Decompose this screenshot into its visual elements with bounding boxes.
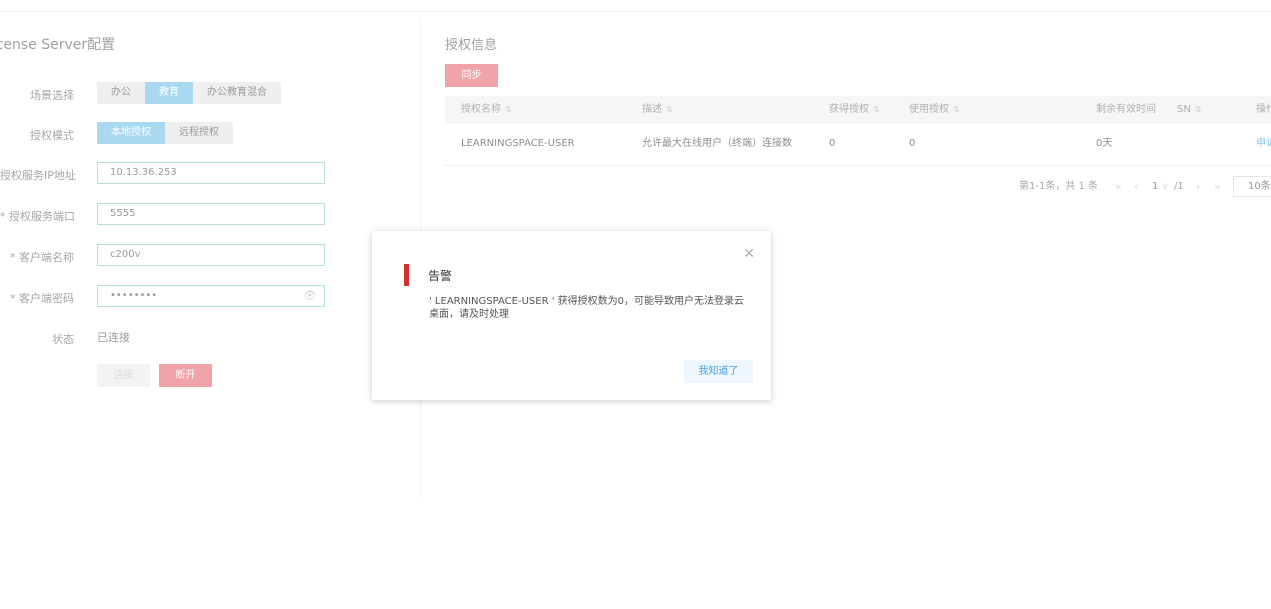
sort-icon: ⇅: [666, 105, 673, 114]
column-header-used[interactable]: 使用授权 ⇅: [909, 96, 960, 124]
column-header-sn[interactable]: SN ⇅: [1177, 96, 1202, 124]
mode-option-local[interactable]: 本地授权: [97, 122, 165, 144]
close-icon[interactable]: ✕: [743, 246, 755, 262]
port-input[interactable]: 5555: [97, 203, 325, 225]
scene-option-education[interactable]: 教育: [145, 82, 193, 104]
total-pages: /1: [1174, 181, 1184, 192]
panel-title: License Server配置: [0, 37, 116, 53]
sort-icon: ⇅: [953, 105, 960, 114]
port-input-value: 5555: [110, 208, 136, 219]
acknowledge-button[interactable]: 我知道了: [684, 360, 753, 383]
chevron-down-icon[interactable]: ∨: [1162, 177, 1169, 197]
top-divider: [0, 11, 1271, 12]
last-page-icon[interactable]: »: [1214, 177, 1221, 197]
next-page-icon[interactable]: ›: [1196, 177, 1200, 197]
scene-label: 场景选择: [30, 89, 74, 102]
column-header-action: 操作: [1256, 104, 1271, 115]
alert-indicator-bar: [404, 264, 409, 286]
sort-icon: ⇅: [873, 105, 880, 114]
first-page-icon[interactable]: «: [1115, 177, 1122, 197]
ip-input[interactable]: 10.13.36.253: [97, 162, 325, 184]
mode-option-remote[interactable]: 远程授权: [165, 122, 233, 144]
disconnect-button[interactable]: 断开: [159, 364, 212, 387]
connect-button[interactable]: 连接: [97, 364, 150, 387]
port-label: * 授权服务端口: [0, 210, 75, 223]
ip-input-value: 10.13.36.253: [110, 167, 177, 178]
mode-selector: 本地授权 远程授权: [97, 122, 233, 144]
sync-button[interactable]: 同步: [445, 64, 498, 87]
pagination-summary: 第1-1条，共 1 条: [1019, 181, 1099, 192]
column-header-name[interactable]: 授权名称 ⇅: [461, 96, 512, 124]
current-page[interactable]: 1: [1152, 177, 1158, 197]
client-password-input[interactable]: •••••••• 👁: [97, 285, 325, 307]
alert-title: 告警: [428, 269, 453, 283]
column-header-remaining: 剩余有效时间: [1096, 104, 1156, 115]
client-password-value: ••••••••: [110, 290, 158, 301]
mode-label: 授权模式: [30, 129, 74, 142]
alert-message: ' LEARNINGSPACE-USER ' 获得授权数为0，可能导致用户无法登…: [429, 296, 744, 320]
panel-title-license-info: 授权信息: [445, 38, 498, 53]
table-header: 授权名称⇅ 描述⇅ 获得授权⇅ 使用授权⇅ 剩余有效时间 SN⇅ 操作: [445, 96, 1271, 124]
cell-desc: 允许最大在线用户（终端）连接数: [642, 138, 792, 149]
apply-link[interactable]: 申请: [1256, 125, 1271, 163]
prev-page-icon[interactable]: ‹: [1134, 177, 1138, 197]
column-header-desc[interactable]: 描述 ⇅: [642, 96, 673, 124]
sort-icon: ⇅: [505, 105, 512, 114]
client-name-label: * 客户端名称: [10, 251, 74, 264]
cell-name: LEARNINGSPACE-USER: [461, 138, 575, 149]
scene-selector: 办公 教育 办公教育混合: [97, 82, 281, 104]
scene-option-office[interactable]: 办公: [97, 82, 145, 104]
cell-used: 0: [909, 138, 916, 149]
alert-dialog: 告警 ✕ ' LEARNINGSPACE-USER ' 获得授权数为0，可能导致…: [372, 231, 771, 400]
column-header-obtained[interactable]: 获得授权 ⇅: [829, 96, 880, 124]
scene-option-mixed[interactable]: 办公教育混合: [193, 82, 281, 104]
cell-remaining: 0天: [1096, 138, 1113, 149]
eye-icon[interactable]: 👁: [303, 286, 317, 306]
status-value: 已连接: [97, 331, 130, 344]
sort-icon: ⇅: [1194, 105, 1202, 114]
table-row: LEARNINGSPACE-USER 允许最大在线用户（终端）连接数 0 0 0…: [445, 125, 1271, 166]
status-label: 状态: [52, 333, 74, 346]
cell-obtained: 0: [829, 138, 836, 149]
client-name-input[interactable]: c200v: [97, 244, 325, 266]
client-password-label: * 客户端密码: [10, 292, 74, 305]
ip-label: 授权服务IP地址: [0, 169, 76, 182]
client-name-value: c200v: [110, 249, 141, 260]
page-size-select[interactable]: 10条/页: [1233, 176, 1271, 197]
